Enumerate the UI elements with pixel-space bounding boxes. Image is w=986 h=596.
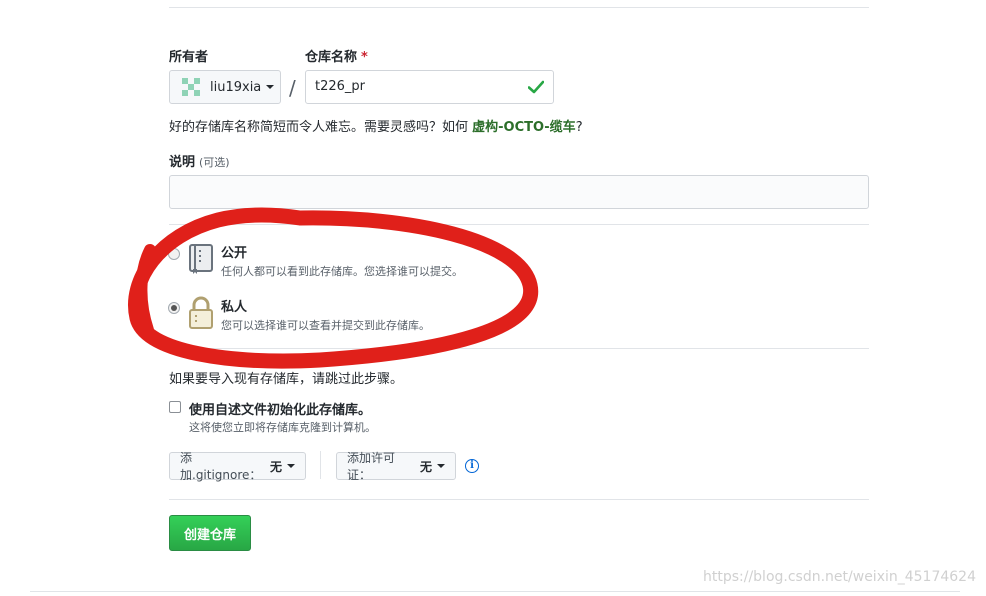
gitignore-select[interactable]: 添加.gitignore： 无 (169, 451, 306, 482)
gitignore-prefix: 添加.gitignore： (180, 451, 262, 482)
select-separator (320, 451, 321, 479)
init-readme-label[interactable]: 使用自述文件初始化此存储库。 (189, 399, 371, 418)
info-icon[interactable]: i (465, 459, 479, 473)
gitignore-value: 无 (269, 459, 282, 474)
red-annotation-ellipse (128, 207, 539, 369)
create-repository-button[interactable]: 创建仓库 (169, 515, 251, 551)
chevron-down-icon (287, 464, 295, 468)
init-readme-checkbox[interactable] (169, 401, 181, 413)
watermark-text: https://blog.csdn.net/weixin_45174624 (702, 569, 976, 585)
bottom-divider (30, 591, 960, 592)
license-value: 无 (419, 459, 432, 474)
license-select[interactable]: 添加许可证： 无 (336, 451, 456, 482)
chevron-down-icon (437, 464, 445, 468)
create-divider (169, 499, 869, 500)
license-prefix: 添加许可证： (347, 451, 396, 482)
init-readme-description: 这将使您立即将存储库克隆到计算机。 (189, 421, 376, 434)
